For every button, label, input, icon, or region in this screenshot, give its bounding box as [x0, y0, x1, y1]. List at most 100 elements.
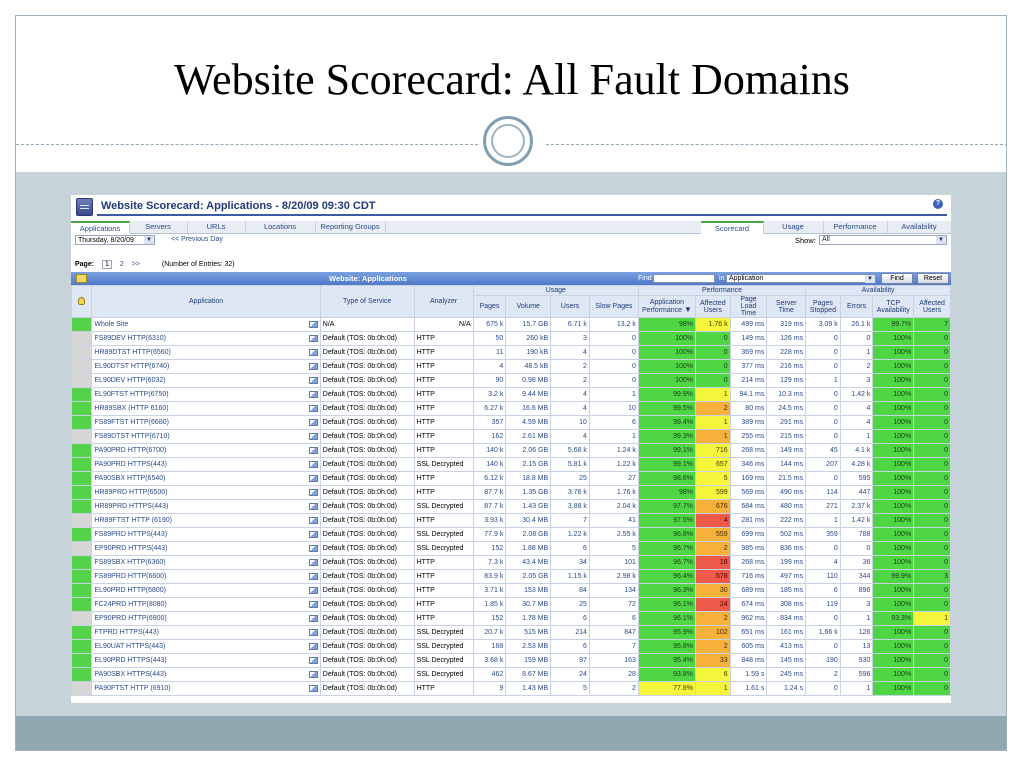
table-row[interactable]: FS89DEV HTTP(6310) Default (TOS: 0b:0h:0d…: [71, 331, 951, 346]
page-more[interactable]: >>: [132, 261, 140, 268]
tab-applications[interactable]: Applications: [71, 221, 130, 234]
cell-application[interactable]: FS89DEV HTTP(6310): [91, 331, 321, 346]
find-field-select[interactable]: Application ▼: [726, 274, 876, 283]
col-analyzer[interactable]: Analyzer: [413, 285, 474, 318]
cell-application[interactable]: PA90SBX HTTPS(443): [91, 667, 321, 682]
chart-icon[interactable]: [308, 573, 318, 580]
application-link[interactable]: FS89PRD HTTPS(443): [94, 531, 167, 538]
cell-application[interactable]: PA90PRD HTTPS(443): [91, 457, 321, 472]
application-link[interactable]: PA90SBX HTTP(6540): [94, 475, 165, 482]
col-users[interactable]: Users: [550, 295, 590, 318]
col-errors[interactable]: Errors: [839, 295, 874, 318]
find-button[interactable]: Find: [881, 273, 913, 284]
tab-reporting-groups[interactable]: Reporting Groups: [315, 221, 386, 233]
application-link[interactable]: EP90PRD HTTPS(443): [94, 545, 167, 552]
table-row[interactable]: FS89FTST HTTP(6680) Default (TOS: 0b:0h:0…: [71, 415, 951, 430]
chart-icon[interactable]: [308, 433, 318, 440]
cell-application[interactable]: PA90FTST HTTP (6910): [91, 681, 321, 696]
cell-application[interactable]: EP90PRD HTTP(6900): [91, 611, 321, 626]
chart-icon[interactable]: [308, 643, 318, 650]
col-app-performance[interactable]: Application Performance ▼: [637, 295, 697, 318]
table-row[interactable]: FS89PRD HTTP(6600) Default (TOS: 0b:0h:0d…: [71, 569, 951, 584]
application-link[interactable]: EP90PRD HTTP(6900): [94, 615, 166, 622]
chart-icon[interactable]: [308, 615, 318, 622]
tab-usage[interactable]: Usage: [763, 221, 824, 233]
cell-application[interactable]: FS89FTST HTTP(6680): [91, 415, 321, 430]
chart-icon[interactable]: [308, 377, 318, 384]
cell-application[interactable]: FTPRD HTTPS(443): [91, 625, 321, 640]
cell-application[interactable]: EP90PRD HTTPS(443): [91, 541, 321, 556]
table-row[interactable]: EL90DTST HTTP(6740) Default (TOS: 0b:0h:0…: [71, 359, 951, 374]
col-server-time[interactable]: Server Time: [766, 295, 807, 318]
cell-application[interactable]: HR89SBX (HTTP 6160): [91, 401, 321, 416]
application-link[interactable]: FS89PRD HTTP(6600): [94, 573, 166, 580]
chart-icon[interactable]: [308, 503, 318, 510]
chart-icon[interactable]: [308, 321, 318, 328]
cell-application[interactable]: EL90UAT HTTPS(443): [91, 639, 321, 654]
application-link[interactable]: HR89SBX (HTTP 6160): [94, 405, 168, 412]
application-link[interactable]: EL90FTST HTTP(6750): [94, 391, 168, 398]
col-affected-users-availability[interactable]: Affected Users: [913, 295, 951, 318]
table-row[interactable]: FS89PRD HTTPS(443) Default (TOS: 0b:0h:0d…: [71, 527, 951, 542]
table-row[interactable]: PA90FTST HTTP (6910) Default (TOS: 0b:0h:…: [71, 681, 951, 696]
application-link[interactable]: FS89FTST HTTP(6680): [94, 419, 169, 426]
application-link[interactable]: EL90DTST HTTP(6740): [94, 363, 169, 370]
cell-application[interactable]: PA90PRD HTTP(6700): [91, 443, 321, 458]
tab-urls[interactable]: URLs: [187, 221, 246, 233]
chart-icon[interactable]: [308, 419, 318, 426]
col-type-of-service[interactable]: Type of Service: [319, 285, 415, 318]
cell-application[interactable]: EL90PRD HTTP(6800): [91, 583, 321, 598]
col-affected-users[interactable]: Affected Users: [695, 295, 731, 318]
cell-application[interactable]: PA90SBX HTTP(6540): [91, 471, 321, 486]
tab-servers[interactable]: Servers: [129, 221, 188, 233]
chart-icon[interactable]: [308, 545, 318, 552]
col-page-load-time[interactable]: Page Load Time: [729, 295, 768, 318]
help-icon[interactable]: ?: [933, 199, 943, 209]
table-row[interactable]: HR89FTST HTTP (6190) Default (TOS: 0b:0h:…: [71, 513, 951, 528]
table-row[interactable]: EL90PRD HTTP(6800) Default (TOS: 0b:0h:0d…: [71, 583, 951, 598]
chart-icon[interactable]: [308, 671, 318, 678]
application-link[interactable]: FS89DTST HTTP(6710): [94, 433, 169, 440]
chart-icon[interactable]: [308, 685, 318, 692]
table-row[interactable]: EP90PRD HTTPS(443) Default (TOS: 0b:0h:0d…: [71, 541, 951, 556]
application-link[interactable]: EL90PRD HTTP(6800): [94, 587, 166, 594]
table-row[interactable]: HR89DTST HTTP(6560) Default (TOS: 0b:0h:0…: [71, 345, 951, 360]
table-row[interactable]: FS89DTST HTTP(6710) Default (TOS: 0b:0h:0…: [71, 429, 951, 444]
tab-availability[interactable]: Availability: [887, 221, 951, 233]
table-row[interactable]: EL90PRD HTTPS(443) Default (TOS: 0b:0h:0d…: [71, 653, 951, 668]
chart-icon[interactable]: [308, 517, 318, 524]
table-row[interactable]: PA90PRD HTTP(6700) Default (TOS: 0b:0h:0d…: [71, 443, 951, 458]
chart-icon[interactable]: [308, 489, 318, 496]
chart-icon[interactable]: [308, 587, 318, 594]
cell-application[interactable]: HR89PRD HTTP(6500): [91, 485, 321, 500]
table-row[interactable]: FS89SBX HTTP(6360) Default (TOS: 0b:0h:0d…: [71, 555, 951, 570]
application-link[interactable]: HR89PRD HTTP(6500): [94, 489, 167, 496]
col-pages[interactable]: Pages: [472, 295, 507, 318]
chart-icon[interactable]: [308, 657, 318, 664]
chart-icon[interactable]: [308, 349, 318, 356]
tab-locations[interactable]: Locations: [245, 221, 316, 233]
col-slow-pages[interactable]: Slow Pages: [588, 295, 639, 318]
application-link[interactable]: HR89FTST HTTP (6190): [94, 517, 172, 524]
chart-icon[interactable]: [308, 391, 318, 398]
show-select[interactable]: All ▼: [819, 235, 947, 245]
table-row[interactable]: EP90PRD HTTP(6900) Default (TOS: 0b:0h:0d…: [71, 611, 951, 626]
chart-icon[interactable]: [308, 559, 318, 566]
chart-icon[interactable]: [308, 475, 318, 482]
cell-application[interactable]: EL90DEV HTTP(6032): [91, 373, 321, 388]
cell-application[interactable]: Whole Site: [91, 317, 321, 332]
cell-application[interactable]: FS89DTST HTTP(6710): [91, 429, 321, 444]
table-row[interactable]: FTPRD HTTPS(443) Default (TOS: 0b:0h:0d) S…: [71, 625, 951, 640]
cell-application[interactable]: EL90DTST HTTP(6740): [91, 359, 321, 374]
table-row[interactable]: FC24PRD HTTP(8080) Default (TOS: 0b:0h:0d…: [71, 597, 951, 612]
table-row[interactable]: PA90SBX HTTP(6540) Default (TOS: 0b:0h:0d…: [71, 471, 951, 486]
cell-application[interactable]: FS89SBX HTTP(6360): [91, 555, 321, 570]
application-link[interactable]: PA90SBX HTTPS(443): [94, 671, 166, 678]
application-link[interactable]: EL90PRD HTTPS(443): [94, 657, 166, 664]
chart-icon[interactable]: [308, 601, 318, 608]
col-application[interactable]: Application: [91, 285, 321, 318]
cell-application[interactable]: HR89PRD HTTPS(443): [91, 499, 321, 514]
application-link[interactable]: PA90PRD HTTP(6700): [94, 447, 166, 454]
cell-application[interactable]: FS89PRD HTTP(6600): [91, 569, 321, 584]
chart-icon[interactable]: [308, 461, 318, 468]
